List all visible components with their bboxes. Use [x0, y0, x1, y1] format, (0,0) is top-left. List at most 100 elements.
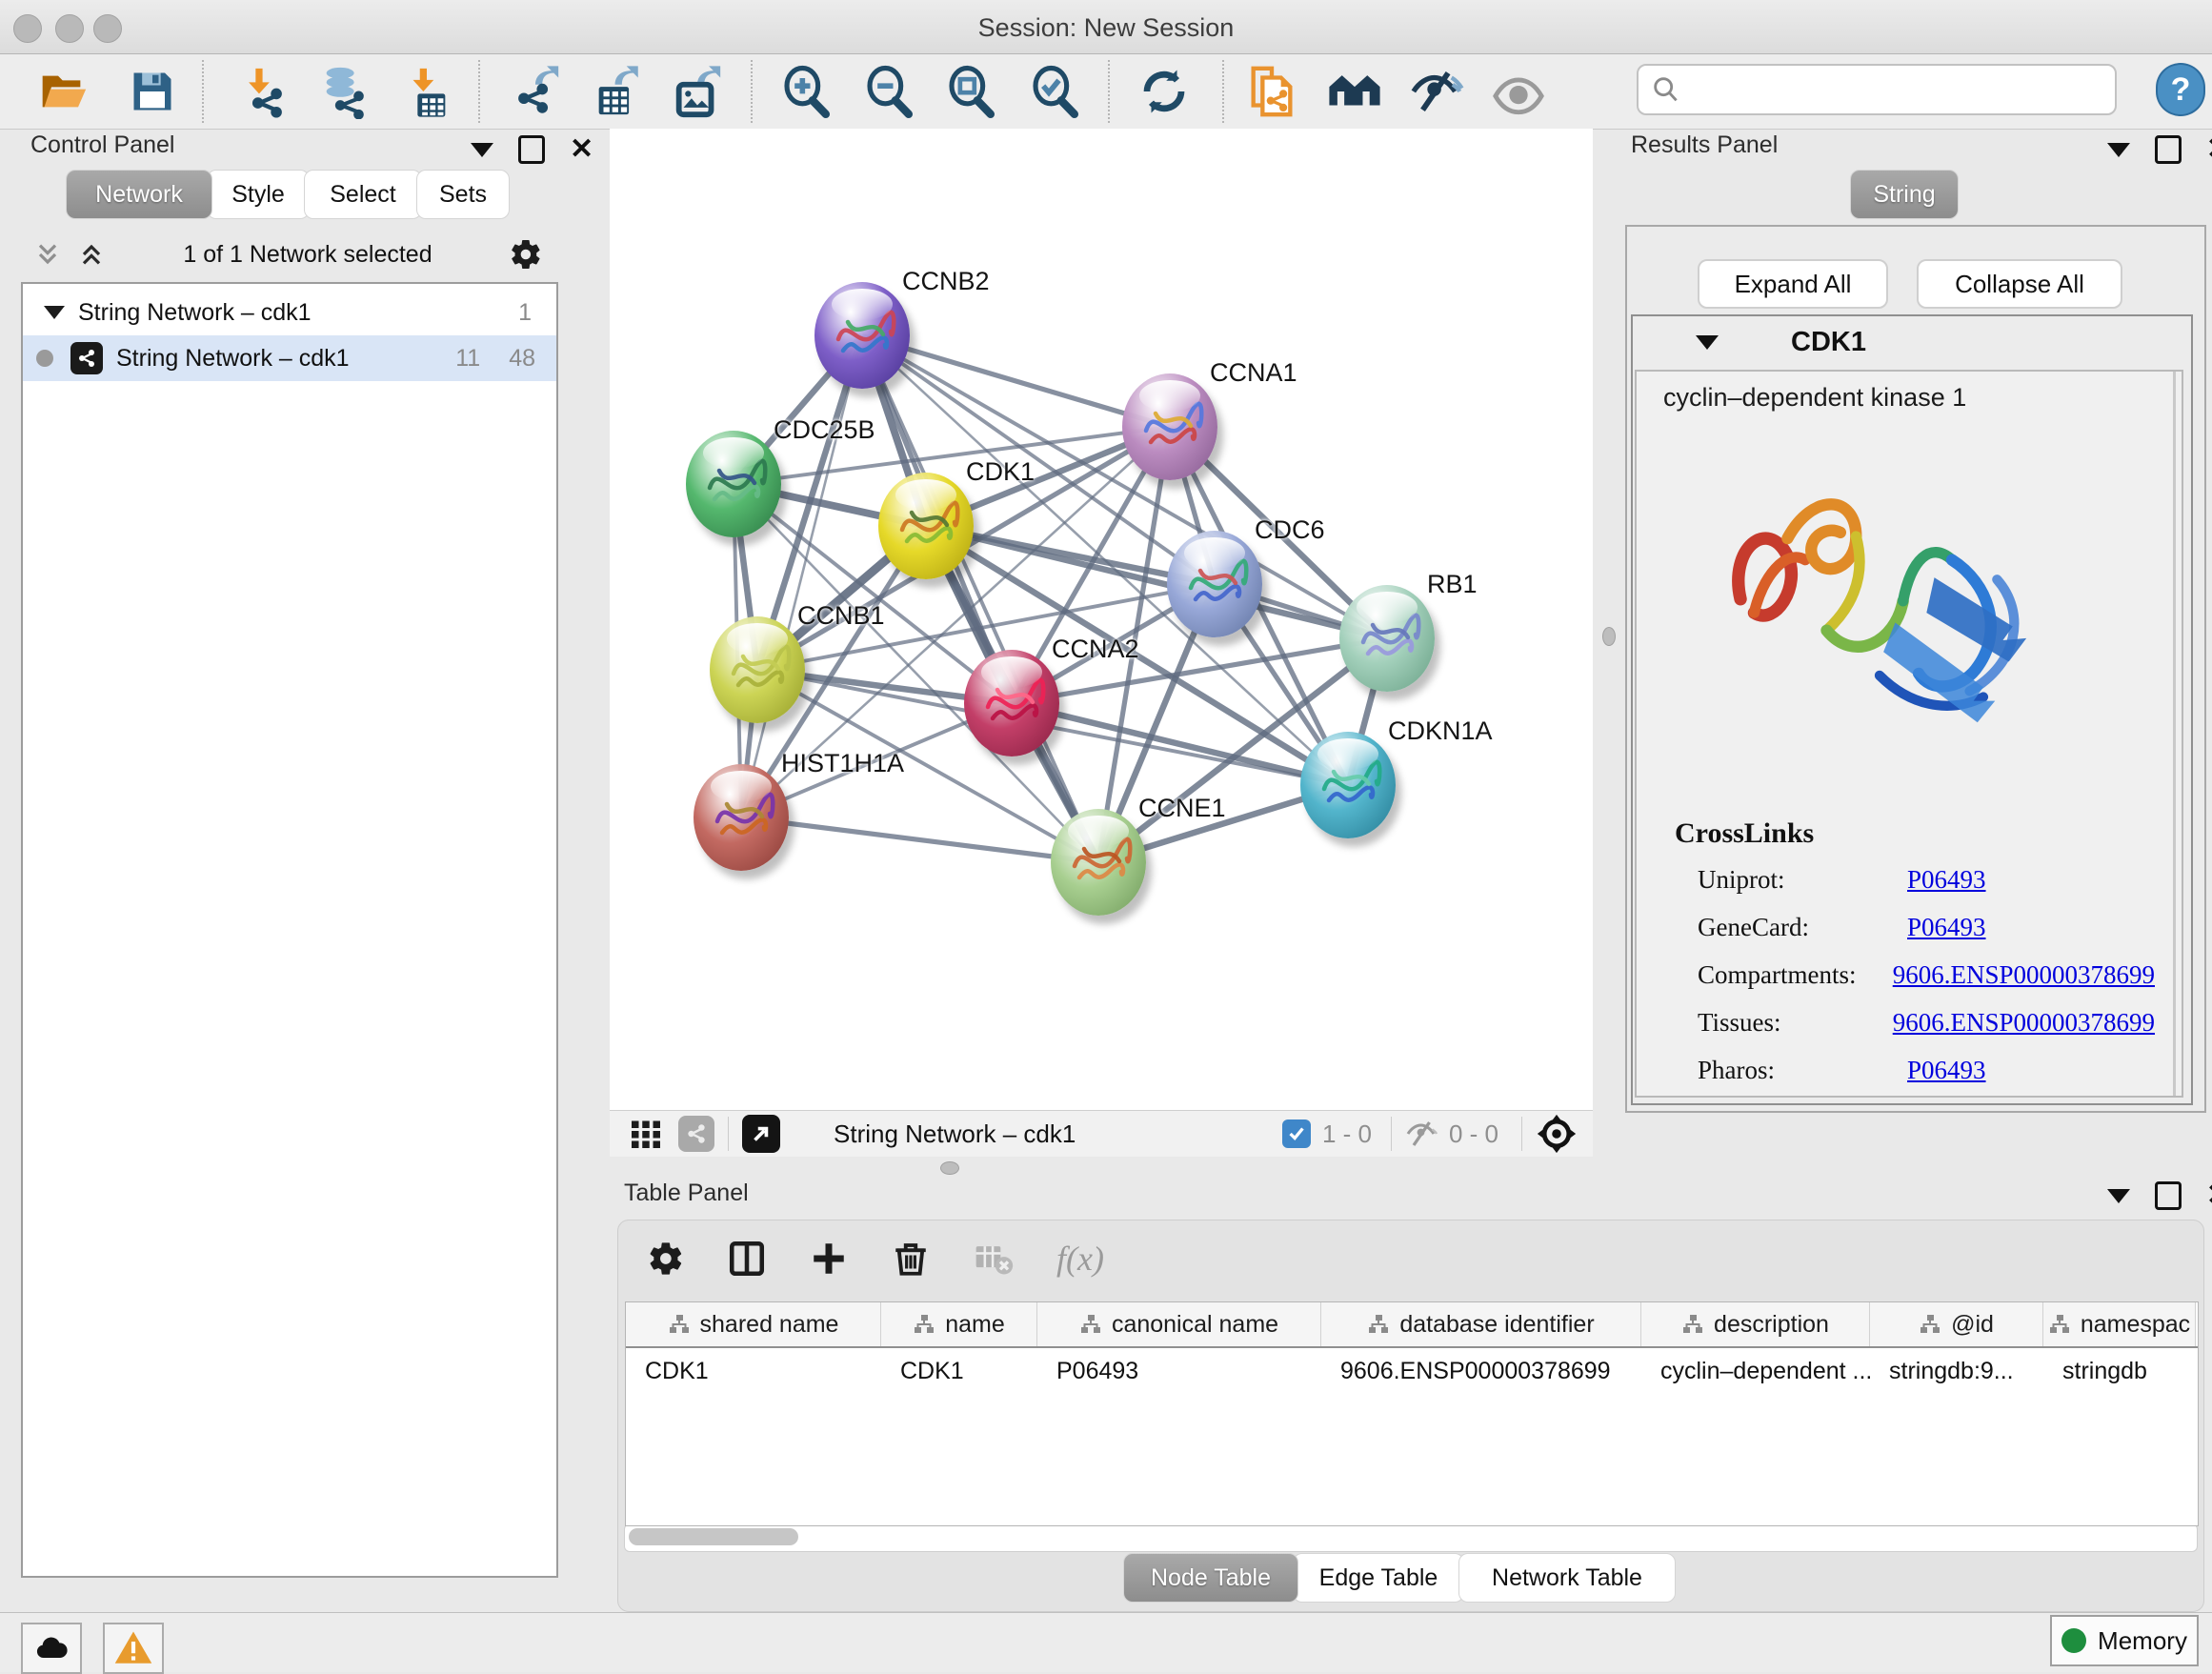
show-all-button[interactable] [1488, 62, 1549, 121]
tab-network[interactable]: Network [66, 170, 212, 219]
panel-close-icon[interactable]: ✕ [2206, 138, 2212, 161]
node-result-title: CDK1 [1791, 327, 1866, 358]
refresh-button[interactable] [1134, 62, 1195, 121]
tab-edge-table[interactable]: Edge Table [1293, 1553, 1464, 1603]
panel-float-icon[interactable] [2155, 1181, 2182, 1210]
network-node-ccna2[interactable] [964, 650, 1059, 756]
panel-close-icon[interactable]: ✕ [2206, 1184, 2212, 1207]
crosslink-value-link[interactable]: 9606.ENSP00000378699 [1893, 1008, 2155, 1038]
show-columns-icon[interactable] [727, 1239, 767, 1279]
table-row[interactable]: CDK1CDK1P064939606.ENSP00000378699cyclin… [626, 1348, 2198, 1394]
collapse-all-icon[interactable] [32, 239, 63, 270]
zoom-out-button[interactable] [859, 62, 920, 121]
column-header-description[interactable]: description [1641, 1302, 1870, 1346]
fit-content-button[interactable] [941, 62, 1002, 121]
network-node-cdc6[interactable] [1167, 531, 1262, 637]
node-label-hist1h1a: HIST1H1A [781, 749, 904, 778]
results-scrollbar[interactable] [2173, 372, 2176, 1096]
table-cell[interactable]: cyclin–dependent ... [1641, 1348, 1870, 1394]
cloud-button[interactable] [21, 1623, 82, 1674]
open-in-window-icon[interactable] [742, 1115, 780, 1153]
column-header-database-identifier[interactable]: database identifier [1321, 1302, 1641, 1346]
import-table-file-button[interactable] [396, 62, 457, 121]
column-header--id[interactable]: @id [1870, 1302, 2043, 1346]
horizontal-splitter-handle[interactable] [940, 1161, 959, 1175]
section-collapse-icon[interactable] [1696, 335, 1719, 350]
panel-close-icon[interactable]: ✕ [570, 138, 593, 161]
search-input[interactable] [1690, 75, 2115, 104]
tab-sets[interactable]: Sets [416, 170, 510, 219]
network-node-hist1h1a[interactable] [694, 764, 789, 871]
import-network-database-button[interactable] [314, 62, 375, 121]
network-row-selected[interactable]: String Network – cdk1 11 48 [23, 335, 556, 381]
table-cell[interactable]: 9606.ENSP00000378699 [1321, 1348, 1641, 1394]
zoom-selected-button[interactable] [1025, 62, 1086, 121]
vertical-splitter-handle[interactable] [1602, 627, 1616, 646]
network-node-ccnb2[interactable] [814, 282, 910, 389]
panel-float-icon[interactable] [518, 135, 545, 164]
tab-style[interactable]: Style [207, 170, 310, 219]
warnings-button[interactable] [103, 1623, 164, 1674]
grid-mode-icon[interactable] [629, 1117, 663, 1151]
export-network-button[interactable] [505, 62, 566, 121]
network-view-mode-icon[interactable] [678, 1116, 714, 1152]
network-node-cdk1[interactable] [878, 473, 974, 579]
delete-column-icon[interactable] [891, 1239, 931, 1279]
crosslink-value-link[interactable]: 9606.ENSP00000378699 [1893, 960, 2155, 990]
network-collection-row[interactable]: String Network – cdk1 1 [23, 290, 556, 335]
gear-icon[interactable] [509, 237, 543, 272]
zoom-in-button[interactable] [776, 62, 837, 121]
export-image-button[interactable] [667, 62, 728, 121]
column-header-shared-name[interactable]: shared name [626, 1302, 881, 1346]
table-hscrollbar-thumb[interactable] [629, 1528, 798, 1545]
node-table[interactable]: shared namenamecanonical namedatabase id… [625, 1301, 2199, 1526]
table-cell[interactable]: stringdb:9... [1870, 1348, 2043, 1394]
selected-checkbox-icon[interactable] [1282, 1119, 1311, 1148]
help-button[interactable]: ? [2156, 63, 2205, 116]
expand-all-icon[interactable] [76, 239, 107, 270]
tab-string[interactable]: String [1850, 170, 1959, 219]
tab-node-table[interactable]: Node Table [1123, 1553, 1298, 1603]
network-canvas[interactable]: CCNB2CCNA1CDC25BCDK1CDC6RB1CCNB1CCNA2CDK… [610, 129, 1593, 1110]
table-gear-icon[interactable] [647, 1240, 685, 1278]
network-node-ccna1[interactable] [1122, 373, 1217, 480]
open-file-button[interactable] [34, 62, 95, 121]
crosslink-value-link[interactable]: P06493 [1907, 865, 1986, 895]
crosslink-value-link[interactable]: P06493 [1907, 913, 1986, 942]
birds-eye-toggle-icon[interactable] [1536, 1113, 1578, 1155]
network-node-cdkn1a[interactable] [1300, 732, 1396, 838]
column-header-namespac[interactable]: namespac [2043, 1302, 2196, 1346]
hide-selected-button[interactable] [1406, 62, 1467, 121]
crosslink-value-link[interactable]: P06493 [1907, 1056, 1986, 1085]
save-session-button[interactable] [122, 62, 183, 121]
network-node-ccnb1[interactable] [710, 616, 805, 723]
tab-select[interactable]: Select [304, 170, 422, 219]
tab-network-table[interactable]: Network Table [1458, 1553, 1676, 1603]
network-node-cdc25b[interactable] [686, 431, 781, 537]
network-node-rb1[interactable] [1339, 585, 1435, 692]
export-table-button[interactable] [587, 62, 648, 121]
column-header-name[interactable]: name [881, 1302, 1037, 1346]
memory-button[interactable]: Memory [2050, 1615, 2199, 1666]
string-enrichment-button[interactable] [1241, 62, 1302, 121]
table-cell[interactable]: CDK1 [881, 1348, 1037, 1394]
panel-float-icon[interactable] [2155, 135, 2182, 164]
add-column-icon[interactable] [809, 1239, 849, 1279]
column-header-canonical-name[interactable]: canonical name [1037, 1302, 1321, 1346]
expand-all-button[interactable]: Expand All [1698, 259, 1888, 309]
node-result-header[interactable]: CDK1 [1633, 316, 2191, 368]
table-cell[interactable]: stringdb [2043, 1348, 2196, 1394]
tree-expand-icon[interactable] [44, 306, 65, 319]
table-hscrollbar[interactable] [624, 1523, 2198, 1552]
first-neighbors-button[interactable] [1324, 62, 1385, 121]
panel-menu-icon[interactable] [471, 143, 493, 157]
table-cell[interactable]: P06493 [1037, 1348, 1321, 1394]
import-network-file-button[interactable] [234, 62, 295, 121]
network-node-ccne1[interactable] [1051, 809, 1146, 916]
collapse-all-button[interactable]: Collapse All [1917, 259, 2122, 309]
panel-menu-icon[interactable] [2107, 1189, 2130, 1203]
table-cell[interactable]: CDK1 [626, 1348, 881, 1394]
panel-menu-icon[interactable] [2107, 143, 2130, 157]
crosslinks-title: CrossLinks [1675, 817, 1814, 850]
zoom-in-icon [780, 65, 834, 118]
